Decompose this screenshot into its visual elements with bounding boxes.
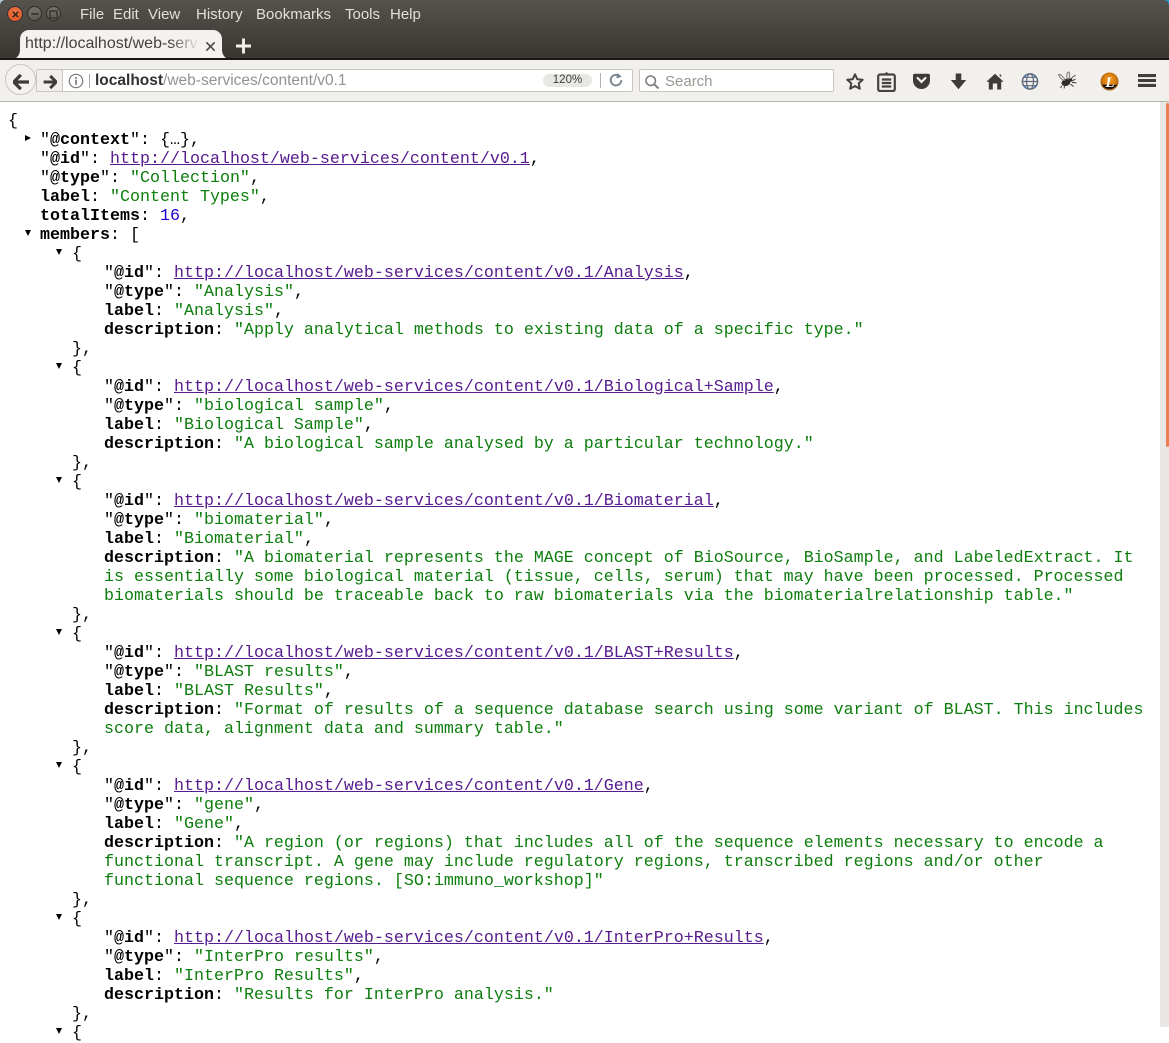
svg-text:L: L [1104, 75, 1114, 91]
